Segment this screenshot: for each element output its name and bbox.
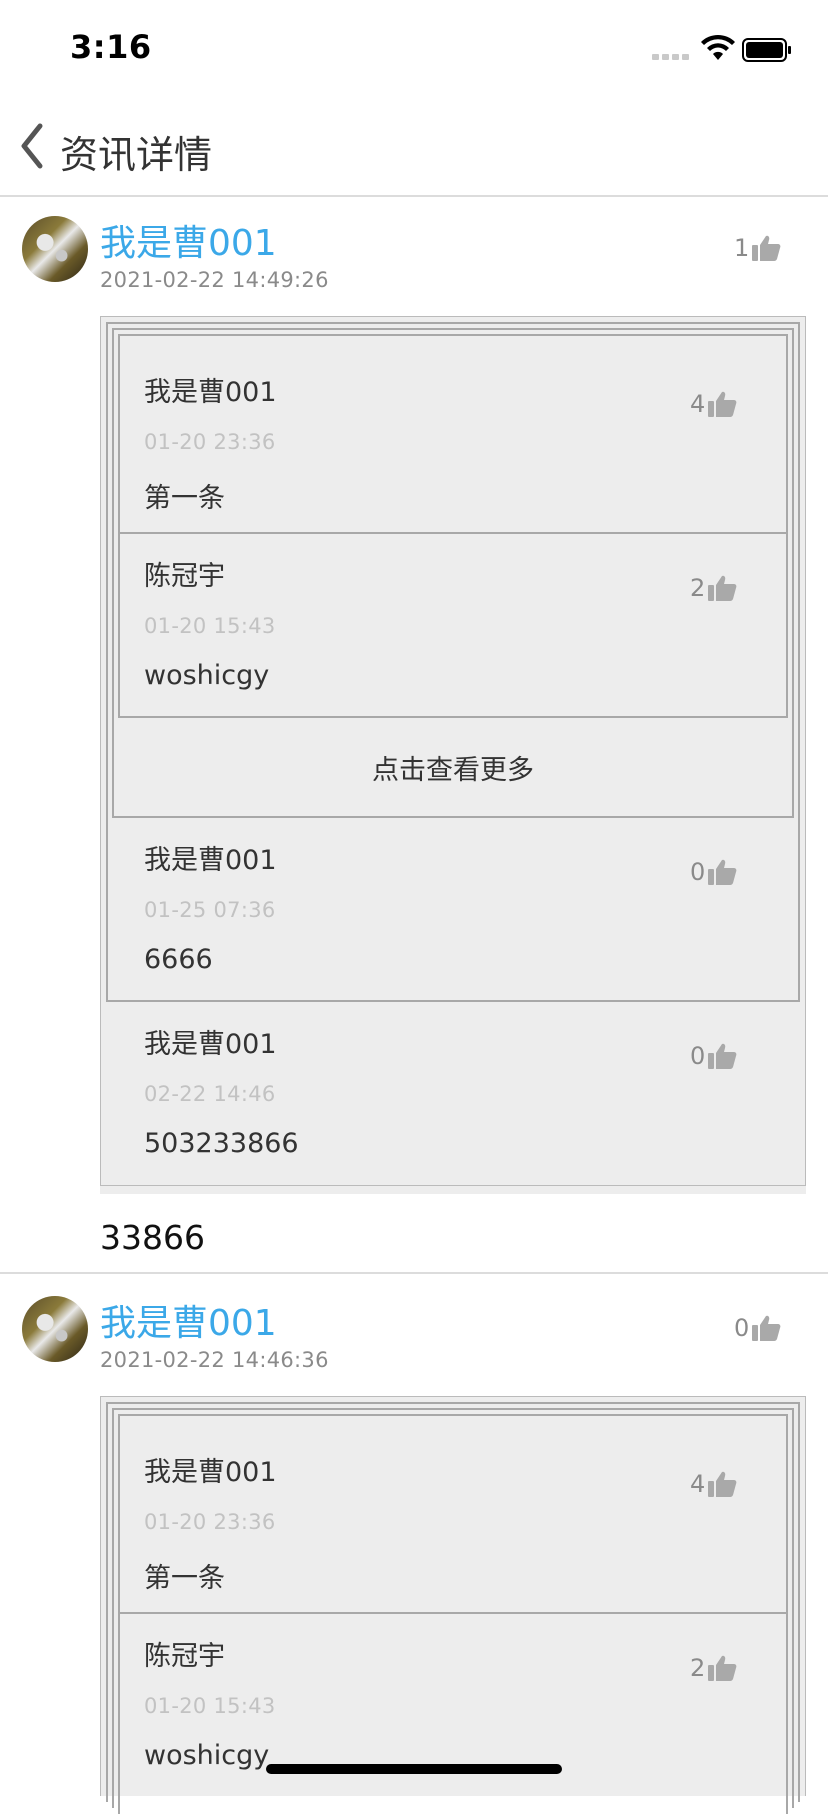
like-count: 4 — [690, 390, 706, 418]
home-indicator[interactable] — [266, 1764, 562, 1774]
comment-author[interactable]: 陈冠宇 — [144, 554, 225, 593]
post-divider — [0, 1272, 828, 1274]
like-count: 0 — [690, 858, 706, 886]
like-count: 4 — [690, 1470, 706, 1498]
comment-time: 02-22 14:46 — [144, 1082, 276, 1106]
comment-like-button[interactable]: 2 — [690, 574, 737, 602]
thumbs-up-icon — [708, 1043, 737, 1069]
signal-icon — [652, 54, 690, 60]
comment-time: 01-20 23:36 — [144, 430, 276, 454]
like-count: 2 — [690, 1654, 706, 1682]
comment-time: 01-20 23:36 — [144, 1510, 276, 1534]
post-content: 33866 — [100, 1218, 205, 1257]
post-author[interactable]: 我是曹001 — [100, 1294, 277, 1346]
post-like-button[interactable]: 0 — [734, 1314, 781, 1342]
status-time: 3:16 — [70, 28, 152, 66]
page-title: 资讯详情 — [60, 133, 213, 177]
view-more-button[interactable]: 点击查看更多 — [112, 748, 794, 787]
comment-like-button[interactable]: 0 — [690, 1042, 737, 1070]
comment-text: 6666 — [144, 944, 213, 975]
chevron-left-icon[interactable] — [16, 122, 48, 170]
avatar[interactable] — [22, 216, 88, 282]
like-count: 1 — [734, 234, 750, 262]
like-count: 0 — [734, 1314, 750, 1342]
post-time: 2021-02-22 14:46:36 — [100, 1348, 329, 1372]
thumbs-up-icon — [752, 235, 781, 261]
comment-author[interactable]: 陈冠宇 — [144, 1634, 225, 1673]
comment-author[interactable]: 我是曹001 — [144, 370, 277, 409]
post-like-button[interactable]: 1 — [734, 234, 781, 262]
comment-like-button[interactable]: 4 — [690, 390, 737, 418]
like-count: 2 — [690, 574, 706, 602]
comment-author[interactable]: 我是曹001 — [144, 1022, 277, 1061]
comment-text: 第一条 — [144, 1563, 225, 1594]
comment-like-button[interactable]: 0 — [690, 858, 737, 886]
battery-icon — [742, 38, 791, 62]
post-time: 2021-02-22 14:49:26 — [100, 268, 329, 292]
comment-author[interactable]: 我是曹001 — [144, 1450, 277, 1489]
post-author[interactable]: 我是曹001 — [100, 214, 277, 266]
comment-text: 第一条 — [144, 483, 225, 514]
wifi-icon — [701, 34, 735, 60]
comment-time: 01-20 15:43 — [144, 1694, 276, 1718]
thumbs-up-icon — [752, 1315, 781, 1341]
comment-like-button[interactable]: 4 — [690, 1470, 737, 1498]
thumbs-up-icon — [708, 575, 737, 601]
comment-text: woshicgy — [144, 660, 270, 691]
comment-text: woshicgy — [144, 1740, 270, 1771]
comment-text: 503233866 — [144, 1128, 299, 1159]
thumbs-up-icon — [708, 1471, 737, 1497]
thumbs-up-icon — [708, 391, 737, 417]
thumbs-up-icon — [708, 859, 737, 885]
avatar[interactable] — [22, 1296, 88, 1362]
comment-time: 01-25 07:36 — [144, 898, 276, 922]
like-count: 0 — [690, 1042, 706, 1070]
comment-like-button[interactable]: 2 — [690, 1654, 737, 1682]
comment-time: 01-20 15:43 — [144, 614, 276, 638]
nav-divider — [0, 195, 828, 197]
comment-author[interactable]: 我是曹001 — [144, 838, 277, 877]
thumbs-up-icon — [708, 1655, 737, 1681]
